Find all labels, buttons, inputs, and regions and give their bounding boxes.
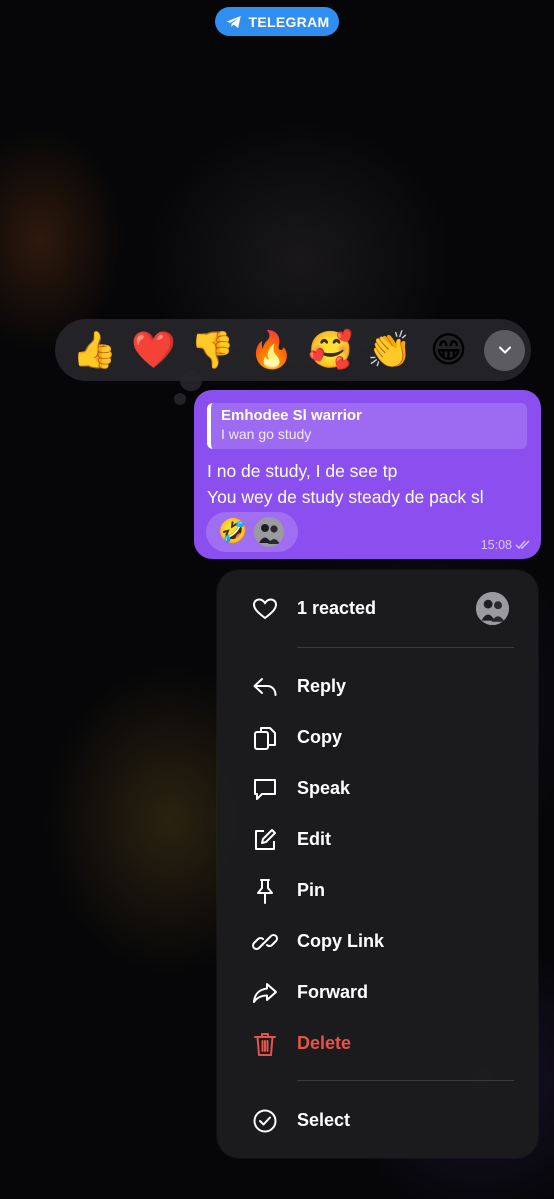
reaction-grin[interactable]: 😁 xyxy=(419,325,478,375)
copy-label: Copy xyxy=(297,727,342,747)
message-line-1: I no de study, I de see tp xyxy=(207,461,398,481)
reaction-smiling-hearts[interactable]: 🥰 xyxy=(301,325,360,375)
reaction-bar-tail xyxy=(180,371,202,391)
link-icon xyxy=(250,927,280,957)
message-text: I no de study, I de see tp You wey de st… xyxy=(207,458,527,510)
trash-icon xyxy=(250,1029,280,1059)
menu-item-copy[interactable]: Copy xyxy=(217,712,538,763)
message-time: 15:08 xyxy=(481,538,531,552)
reaction-bar: 👍 ❤️ 👎 🔥 🥰 👏 😁 xyxy=(55,319,531,381)
message-reaction-pill[interactable]: 🤣 xyxy=(206,512,298,552)
avatar xyxy=(476,592,509,625)
expand-reactions-button[interactable] xyxy=(484,329,525,371)
menu-divider xyxy=(297,1080,514,1081)
pin-icon xyxy=(250,876,280,906)
reply-sender-name: Emhodee Sl warrior xyxy=(221,407,362,424)
reaction-thumbs-up[interactable]: 👍 xyxy=(65,325,124,375)
message-bubble[interactable]: Emhodee Sl warrior I wan go study I no d… xyxy=(194,390,541,559)
menu-item-copy-link[interactable]: Copy Link xyxy=(217,916,538,967)
avatar-image-icon xyxy=(253,517,284,547)
reply-quote[interactable]: Emhodee Sl warrior I wan go study xyxy=(207,403,527,449)
menu-item-reply[interactable]: Reply xyxy=(217,661,538,712)
delete-label: Delete xyxy=(297,1033,352,1053)
reply-quoted-text: I wan go study xyxy=(221,426,312,442)
copy-icon xyxy=(250,723,280,753)
pin-label: Pin xyxy=(297,880,326,900)
heart-icon xyxy=(250,594,280,624)
menu-item-edit[interactable]: Edit xyxy=(217,814,538,865)
reaction-thumbs-down[interactable]: 👎 xyxy=(183,325,242,375)
timestamp: 15:08 xyxy=(480,538,512,552)
reply-label: Reply xyxy=(297,676,347,696)
edit-icon xyxy=(250,825,280,855)
menu-item-pin[interactable]: Pin xyxy=(217,865,538,916)
menu-item-delete[interactable]: Delete xyxy=(217,1018,538,1069)
checkmark-circle-icon xyxy=(250,1106,280,1136)
copy-link-label: Copy Link xyxy=(297,931,385,951)
message-line-2: You wey de study steady de pack sl xyxy=(207,487,484,507)
select-label: Select xyxy=(297,1110,351,1130)
reaction-fire[interactable]: 🔥 xyxy=(242,325,301,375)
menu-item-reacted[interactable]: 1 reacted xyxy=(217,583,538,634)
speak-label: Speak xyxy=(297,778,351,798)
telegram-plane-icon xyxy=(226,15,241,28)
menu-item-forward[interactable]: Forward xyxy=(217,967,538,1018)
telegram-badge-label: TELEGRAM xyxy=(248,13,330,30)
read-checkmark-icon xyxy=(515,540,530,550)
forward-icon xyxy=(250,978,280,1008)
reaction-clap[interactable]: 👏 xyxy=(360,325,419,375)
reply-icon xyxy=(250,672,280,702)
menu-divider xyxy=(297,647,514,648)
edit-label: Edit xyxy=(297,829,331,849)
forward-label: Forward xyxy=(297,982,369,1002)
menu-item-speak[interactable]: Speak xyxy=(217,763,538,814)
avatar xyxy=(253,517,284,547)
reaction-bar-tail-small xyxy=(174,393,186,405)
menu-item-select[interactable]: Select xyxy=(217,1095,538,1146)
rofl-emoji: 🤣 xyxy=(218,518,248,545)
context-menu: 1 reacted Reply Copy Speak Edit Pin Copy… xyxy=(217,570,538,1158)
chevron-down-icon xyxy=(498,346,511,354)
telegram-badge: TELEGRAM xyxy=(215,7,339,36)
reaction-heart[interactable]: ❤️ xyxy=(124,325,183,375)
avatar-image-icon xyxy=(476,592,509,625)
reacted-count-label: 1 reacted xyxy=(297,598,377,618)
speech-bubble-icon xyxy=(250,774,280,804)
